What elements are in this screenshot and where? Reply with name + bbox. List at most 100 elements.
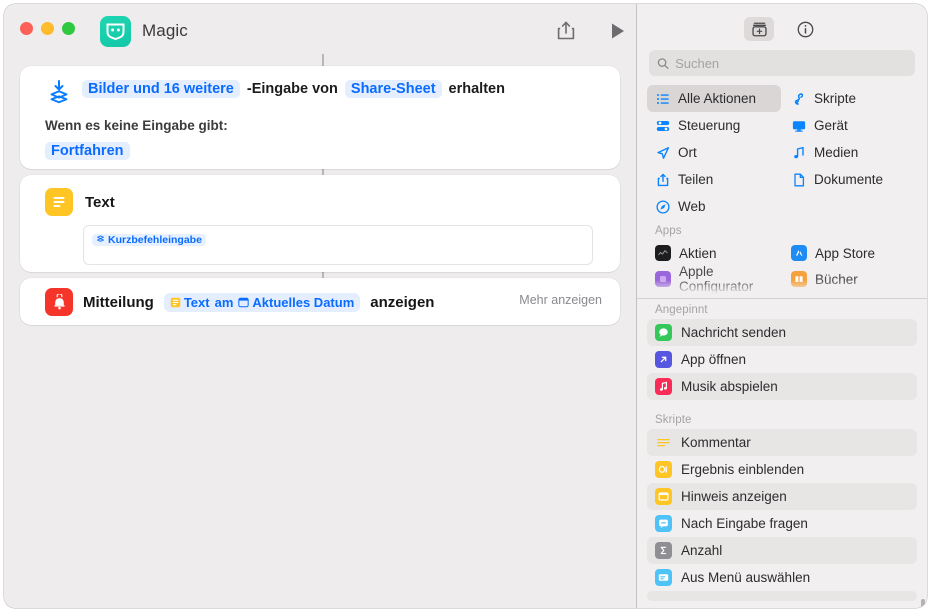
controls-icon	[655, 119, 670, 133]
sidebar-item-ort[interactable]: Ort	[647, 139, 781, 166]
appstore-app-icon	[791, 245, 807, 261]
sidebar-item-dokumente[interactable]: Dokumente	[783, 166, 917, 193]
count-sigma-icon	[655, 541, 672, 559]
variable-token-label: Kurzbefehleingabe	[108, 233, 202, 246]
sidebar-item-label: Skripte	[814, 91, 857, 106]
list-item-musik-abspielen[interactable]: Musik abspielen	[647, 372, 917, 400]
sidebar-item-label: Steuerung	[678, 118, 741, 133]
action-card-notification[interactable]: Mitteilung Text am Aktuelles Datum anzei…	[20, 278, 620, 325]
sidebar-item-teilen[interactable]: Teilen	[647, 166, 781, 193]
notification-icon	[45, 288, 73, 316]
list-item-label: Nach Eingabe fragen	[681, 515, 808, 531]
notification-date-token[interactable]: Aktuelles Datum	[238, 295, 354, 310]
library-actions-scroll[interactable]: Angepinnt Nachricht senden App öffnen Mu…	[637, 299, 927, 608]
list-item-nachricht-senden[interactable]: Nachricht senden	[647, 318, 917, 346]
app-item-label: Bücher	[815, 271, 858, 287]
list-item-ergebnis-einblenden[interactable]: Ergebnis einblenden	[647, 456, 917, 483]
app-item-label: App Store	[815, 245, 876, 261]
list-item-label: Aus Menü auswählen	[681, 569, 811, 585]
library-categories-scroll[interactable]: Alle Aktionen Skripte Steuerung Gerät Or…	[637, 85, 927, 298]
app-item-buecher[interactable]: Bücher	[783, 266, 917, 292]
zoom-button[interactable]	[62, 22, 75, 35]
notification-text-token[interactable]: Text	[170, 295, 210, 310]
list-icon	[655, 92, 670, 106]
run-icon[interactable]	[605, 19, 629, 43]
sidebar-item-skripte[interactable]: Skripte	[783, 85, 917, 112]
text-input-field[interactable]: Kurzbefehleingabe	[83, 225, 593, 265]
app-item-aktien[interactable]: Aktien	[647, 240, 781, 266]
configurator-app-icon	[655, 271, 671, 287]
app-item-app-store[interactable]: App Store	[783, 240, 917, 266]
script-icon	[791, 92, 806, 106]
search-icon	[657, 57, 669, 69]
sidebar-item-label: Teilen	[678, 172, 714, 187]
sidebar-item-medien[interactable]: Medien	[783, 139, 917, 166]
list-item-label: Anzahl	[681, 542, 723, 558]
info-icon[interactable]	[790, 17, 820, 41]
action-card-text[interactable]: Text Kurzbefehleingabe	[20, 175, 620, 272]
sidebar-toolbar	[637, 4, 927, 50]
sidebar-scrollbar[interactable]	[921, 598, 925, 608]
list-item-app-oeffnen[interactable]: App öffnen	[647, 346, 917, 373]
sidebar-item-label: Gerät	[814, 118, 848, 133]
show-result-icon	[655, 460, 672, 478]
no-input-option[interactable]: Fortfahren	[45, 142, 130, 160]
notification-tail-text: anzeigen	[370, 293, 435, 311]
text-action-header: Text	[45, 188, 115, 216]
show-alert-icon	[655, 487, 672, 505]
choose-from-menu-icon	[655, 568, 672, 586]
input-types-token[interactable]: Bilder und 16 weitere	[82, 80, 240, 98]
comment-icon	[655, 434, 672, 451]
sidebar-item-label: Medien	[814, 145, 859, 160]
app-item-apple-configurator[interactable]: Apple Configurator	[647, 264, 781, 294]
list-item-anzahl[interactable]: Anzahl	[647, 536, 917, 564]
fallback-token[interactable]: Fortfahren	[45, 142, 130, 160]
action-library-icon[interactable]	[744, 17, 774, 41]
sidebar-item-label: Web	[678, 199, 706, 214]
text-token-icon	[170, 297, 181, 307]
variable-glyph-icon	[97, 235, 104, 242]
messages-icon	[655, 323, 672, 341]
open-app-icon	[655, 350, 672, 368]
receive-input-headline: Bilder und 16 weitere -Eingabe von Share…	[82, 80, 606, 98]
shortcut-editor-pane: Magic Bilder und 16 weitere -Eingabe von…	[4, 4, 636, 608]
text-action-title: Text	[85, 193, 115, 211]
action-card-receive-input[interactable]: Bilder und 16 weitere -Eingabe von Share…	[20, 66, 620, 169]
list-item-label: Musik abspielen	[681, 378, 778, 394]
list-item-hinweis-anzeigen[interactable]: Hinweis anzeigen	[647, 482, 917, 510]
minimize-button[interactable]	[41, 22, 54, 35]
search-field[interactable]	[649, 50, 915, 76]
search-input[interactable]	[675, 55, 907, 71]
apps-grid: Aktien App Store Apple Configurator Büch…	[637, 240, 927, 294]
document-icon	[791, 173, 806, 187]
safari-compass-icon	[655, 199, 670, 214]
list-item-label: Kommentar	[681, 434, 751, 450]
sidebar-item-web[interactable]: Web	[647, 193, 781, 220]
share-icon[interactable]	[553, 18, 579, 44]
sidebar-item-alle-aktionen[interactable]: Alle Aktionen	[647, 85, 781, 112]
category-grid: Alle Aktionen Skripte Steuerung Gerät Or…	[647, 85, 917, 220]
category-grid-wrapper: Alle Aktionen Skripte Steuerung Gerät Or…	[637, 85, 927, 220]
sidebar-item-steuerung[interactable]: Steuerung	[647, 112, 781, 139]
app-item-label: Apple Configurator	[679, 264, 754, 294]
notification-join-label: am	[214, 294, 234, 310]
list-item-label: Ergebnis einblenden	[681, 461, 805, 477]
device-icon	[791, 119, 806, 133]
sidebar-item-geraet[interactable]: Gerät	[783, 112, 917, 139]
list-item-kommentar[interactable]: Kommentar	[647, 428, 917, 456]
list-item-label: App öffnen	[681, 351, 747, 367]
list-item-aus-menue-auswaehlen[interactable]: Aus Menü auswählen	[647, 564, 917, 591]
input-source-token[interactable]: Share-Sheet	[344, 80, 442, 98]
list-item-nach-eingabe-fragen[interactable]: Nach Eingabe fragen	[647, 510, 917, 537]
shortcut-input-variable-token[interactable]: Kurzbefehleingabe	[92, 233, 206, 246]
pinned-section-heading: Angepinnt	[655, 303, 708, 316]
receive-input-icon	[45, 78, 73, 106]
headline-text-1: -Eingabe von	[246, 81, 338, 97]
close-button[interactable]	[20, 22, 33, 35]
notification-token-group[interactable]: Text am Aktuelles Datum	[163, 292, 361, 312]
text-icon	[45, 188, 73, 216]
scripts-section-heading: Skripte	[655, 413, 692, 426]
apps-section-heading: Apps	[655, 225, 682, 237]
list-item-partial[interactable]	[647, 590, 917, 601]
show-more-button[interactable]: Mehr anzeigen	[519, 293, 602, 307]
